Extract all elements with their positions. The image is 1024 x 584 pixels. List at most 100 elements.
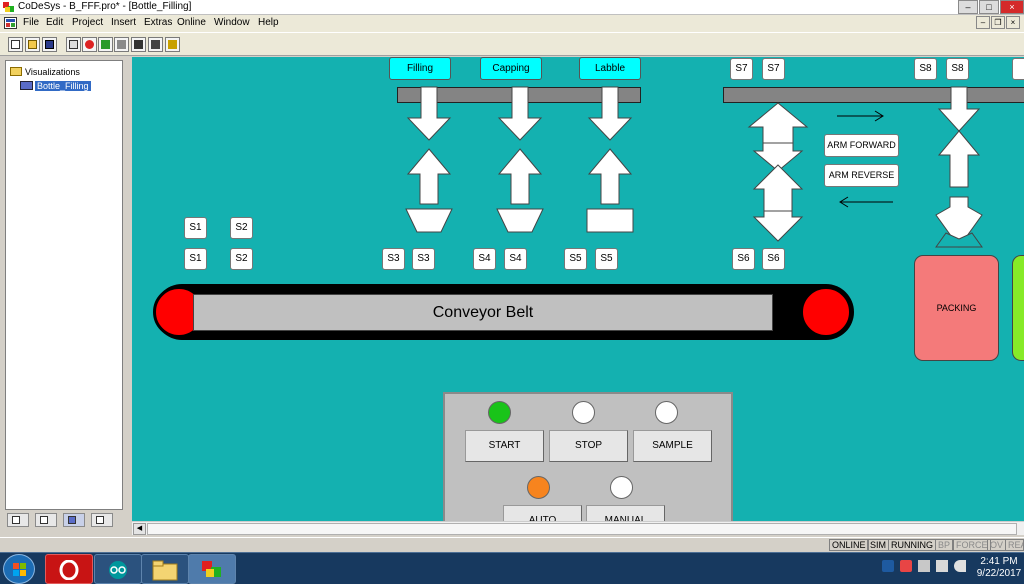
step-icon[interactable] <box>148 37 163 52</box>
menu-bar: File Edit Project Insert Extras Online W… <box>0 15 1024 32</box>
codesys-app-icon <box>3 2 14 12</box>
status-bar: ONLINE SIM RUNNING BP FORCE OV READ <box>0 537 1024 551</box>
tree-root-label: Visualizations <box>25 67 80 77</box>
arm-forward-arrow-icon <box>837 110 884 122</box>
tab-data-types-icon[interactable] <box>35 513 57 527</box>
doc-close-icon[interactable]: × <box>1006 16 1020 29</box>
menu-window[interactable]: Window <box>214 17 250 28</box>
taskbar-arduino[interactable] <box>94 554 142 584</box>
status-read: READ <box>1005 539 1024 551</box>
close-icon[interactable]: × <box>1000 0 1024 14</box>
arduino-icon <box>109 561 127 579</box>
object-tree: Visualizations Bottle_Filling <box>5 60 123 510</box>
new-file-icon[interactable] <box>8 37 23 52</box>
capping-actuator <box>496 86 544 233</box>
s4-sensor-label: S4 <box>504 248 527 270</box>
menu-help[interactable]: Help <box>258 17 279 28</box>
organizer-tabs <box>5 511 123 530</box>
menu-file[interactable]: File <box>23 17 39 28</box>
control-panel: START STOP SAMPLE AUTO MANUAL <box>443 392 733 521</box>
minimize-icon[interactable]: – <box>958 0 978 14</box>
codesys-window: CoDeSys - B_FFF.pro* - [Bottle_Filling] … <box>0 0 1024 584</box>
s8-lamp-label: S8 <box>914 58 937 80</box>
horizontal-scrollbar[interactable]: ◀ <box>132 521 1024 535</box>
s3-sensor-label: S3 <box>412 248 435 270</box>
scroll-left-icon[interactable]: ◀ <box>133 523 146 535</box>
status-bp: BP <box>935 539 954 551</box>
tree-visualizations[interactable]: Visualizations <box>10 67 80 80</box>
taskbar: 2:41 PM 9/22/2017 <box>0 552 1024 584</box>
run-icon[interactable] <box>131 37 146 52</box>
document-menu-icon[interactable] <box>4 17 17 29</box>
tray-network-icon[interactable] <box>936 560 948 572</box>
status-ov: OV <box>987 539 1007 551</box>
s8-arm-actuator <box>935 86 983 248</box>
menu-project[interactable]: Project <box>72 17 103 28</box>
visualization-canvas: Filling Capping Labble S7 S7 S8 S8 ARM F… <box>132 57 1024 521</box>
tray-volume-icon[interactable] <box>954 560 966 572</box>
logout-icon[interactable] <box>114 37 129 52</box>
s7-sensor-label: S7 <box>762 58 785 80</box>
start-button[interactable] <box>3 554 35 584</box>
output-box <box>1012 255 1024 361</box>
s1-sensor-label: S1 <box>184 248 207 270</box>
manual-button[interactable]: MANUAL <box>586 505 665 521</box>
tab-pous-icon[interactable] <box>7 513 29 527</box>
s4-lamp-label: S4 <box>473 248 496 270</box>
login-icon[interactable] <box>98 37 113 52</box>
tray-battery-icon[interactable] <box>918 560 930 572</box>
menu-insert[interactable]: Insert <box>111 17 136 28</box>
menu-edit[interactable]: Edit <box>46 17 63 28</box>
toolbar <box>0 32 1024 56</box>
stop-icon[interactable] <box>82 37 97 52</box>
conveyor-belt-label: Conveyor Belt <box>193 294 773 331</box>
open-folder-icon[interactable] <box>25 37 40 52</box>
doc-minimize-icon[interactable]: – <box>976 16 990 29</box>
tab-visualizations-icon[interactable] <box>63 513 85 527</box>
title-bar: CoDeSys - B_FFF.pro* - [Bottle_Filling] … <box>0 0 1024 15</box>
tray-hidden-icons-icon[interactable] <box>882 560 894 572</box>
codesys-icon <box>202 561 221 577</box>
s9-sensor-label <box>1012 58 1024 80</box>
filling-label: Filling <box>389 57 451 80</box>
s1-lamp-label: S1 <box>184 217 207 239</box>
scroll-thumb[interactable] <box>147 523 1017 535</box>
menu-extras[interactable]: Extras <box>144 17 172 28</box>
tree-child-label: Bottle_Filling <box>35 81 91 91</box>
visualization-icon <box>20 81 33 90</box>
taskbar-clock[interactable]: 2:41 PM 9/22/2017 <box>975 556 1023 580</box>
tray-action-center-icon[interactable] <box>900 560 912 572</box>
doc-restore-icon[interactable]: ❐ <box>991 16 1005 29</box>
arm-reverse-arrow-icon <box>839 196 893 208</box>
save-icon[interactable] <box>42 37 57 52</box>
status-force: FORCE <box>953 539 991 551</box>
folder-icon <box>10 67 22 76</box>
taskbar-opera[interactable] <box>45 554 93 584</box>
tree-bottle-filling[interactable]: Bottle_Filling <box>20 81 91 94</box>
labelling-label: Labble <box>579 57 641 80</box>
s8-sensor-label: S8 <box>946 58 969 80</box>
taskbar-codesys[interactable] <box>188 554 236 584</box>
labelling-actuator <box>586 86 634 233</box>
windows-logo-icon <box>13 563 26 576</box>
capping-label: Capping <box>480 57 542 80</box>
sample-lamp <box>655 401 678 424</box>
tab-resources-icon[interactable] <box>91 513 113 527</box>
breakpoint-icon[interactable] <box>165 37 180 52</box>
system-tray <box>880 560 980 578</box>
start-button[interactable]: START <box>465 430 544 462</box>
right-roller <box>800 286 852 338</box>
s2-lamp-label: S2 <box>230 217 253 239</box>
status-online: ONLINE <box>829 539 869 551</box>
build-icon[interactable] <box>66 37 81 52</box>
taskbar-explorer[interactable] <box>141 554 189 584</box>
menu-online[interactable]: Online <box>177 17 206 28</box>
stop-button[interactable]: STOP <box>549 430 628 462</box>
auto-button[interactable]: AUTO <box>503 505 582 521</box>
maximize-icon[interactable]: □ <box>979 0 999 14</box>
status-sim: SIM <box>867 539 890 551</box>
sample-button[interactable]: SAMPLE <box>633 430 712 462</box>
opera-icon <box>59 560 79 580</box>
object-organizer: Visualizations Bottle_Filling <box>3 58 127 532</box>
s6-lamp-label: S6 <box>732 248 755 270</box>
